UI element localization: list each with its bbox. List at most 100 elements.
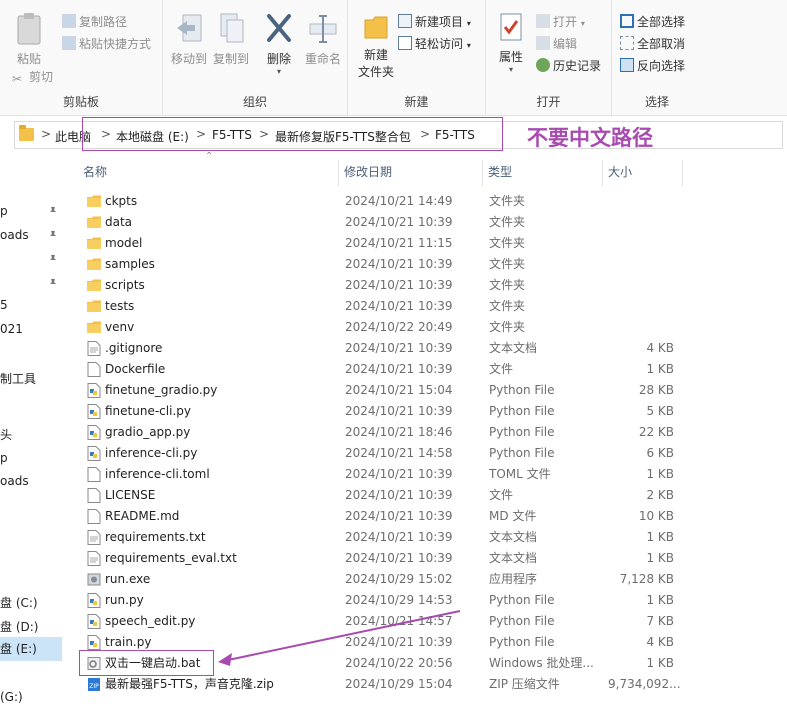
select-all-button[interactable]: 全部选择 (620, 12, 685, 32)
file-size: 1 KB (646, 551, 674, 565)
file-date: 2024/10/21 10:39 (345, 404, 453, 418)
easy-access-button[interactable]: 轻松访问 ▾ (398, 34, 471, 54)
file-list: ckpts 2024/10/21 14:49 文件夹 data 2024/10/21 1… (78, 191, 778, 695)
nav-item-drive-d[interactable]: 盘 (D:) (0, 618, 38, 635)
rename-button[interactable]: 重命名 (301, 12, 345, 67)
file-row[interactable]: requirements_eval.txt 2024/10/21 10:39 文本文… (78, 548, 778, 569)
nav-item-downloads[interactable]: oads (0, 228, 29, 242)
file-row[interactable]: data 2024/10/21 10:39 文件夹 (78, 212, 778, 233)
file-size: 7 KB (646, 614, 674, 628)
folder-icon (87, 258, 101, 270)
file-row[interactable]: requirements.txt 2024/10/21 10:39 文本文档 1 KB (78, 527, 778, 548)
nav-item-5[interactable]: 5 (0, 298, 8, 312)
organize-group-label: 组织 (242, 95, 267, 109)
file-date: 2024/10/21 11:15 (345, 236, 453, 250)
svg-text:ZIP: ZIP (89, 683, 99, 690)
file-name: run.py (105, 593, 144, 607)
file-date: 2024/10/21 14:49 (345, 194, 453, 208)
column-name[interactable]: 名称 (78, 160, 339, 186)
nav-item-drive-e[interactable]: 盘 (E:) (0, 637, 62, 661)
file-type: 文件夹 (489, 236, 526, 250)
open-group-label: 打开 (536, 95, 561, 109)
file-row[interactable]: model 2024/10/21 11:15 文件夹 (78, 233, 778, 254)
pin-icon[interactable] (48, 206, 58, 216)
file-date: 2024/10/21 14:57 (345, 614, 453, 628)
copy-path-button[interactable]: 复制路径 (62, 12, 127, 32)
file-type: TOML 文件 (489, 467, 551, 481)
pin-icon[interactable] (48, 254, 58, 264)
column-type[interactable]: 类型 (483, 160, 603, 186)
file-row[interactable]: finetune_gradio.py 2024/10/21 15:04 Python… (78, 380, 778, 401)
file-row[interactable]: scripts 2024/10/21 10:39 文件夹 (78, 275, 778, 296)
file-size: 1 KB (646, 530, 674, 544)
file-date: 2024/10/29 15:04 (345, 677, 453, 691)
nav-item-desktop-2[interactable]: p (0, 451, 8, 465)
nav-item-head[interactable]: 头 (0, 426, 12, 443)
text-file-icon (87, 551, 101, 566)
delete-button[interactable]: 删除 ▾ (261, 12, 297, 76)
nav-item-tools[interactable]: 制工具 (0, 370, 36, 387)
file-size: 6 KB (646, 446, 674, 460)
exe-icon (87, 573, 101, 586)
file-row[interactable]: venv 2024/10/22 20:49 文件夹 (78, 317, 778, 338)
file-size: 28 KB (638, 383, 674, 397)
new-folder-button[interactable]: 新建 文件夹 (354, 12, 398, 80)
file-row[interactable]: finetune-cli.py 2024/10/21 10:39 Python Fi… (78, 401, 778, 422)
file-date: 2024/10/21 10:39 (345, 257, 453, 271)
folder-icon (87, 300, 101, 312)
paste-shortcut-button[interactable]: 粘贴快捷方式 (62, 34, 151, 54)
file-row[interactable]: run.py 2024/10/29 14:53 Python File 1 KB (78, 590, 778, 611)
column-date[interactable]: 修改日期 (339, 160, 483, 186)
file-row[interactable]: ZIP 最新最强F5-TTS，声音克隆.zip 2024/10/29 15:04 ZI… (78, 674, 778, 695)
nav-item-desktop[interactable]: p (0, 204, 8, 218)
paste-button[interactable]: 粘贴 (10, 12, 48, 67)
move-to-button[interactable]: 移动到 (169, 12, 209, 67)
file-row[interactable]: tests 2024/10/21 10:39 文件夹 (78, 296, 778, 317)
breadcrumb-separator[interactable]: > (41, 127, 51, 141)
file-name: tests (105, 299, 135, 313)
select-none-button[interactable]: 全部取消 (620, 34, 685, 54)
file-row[interactable]: .gitignore 2024/10/21 10:39 文本文档 4 KB (78, 338, 778, 359)
file-type: 文件 (489, 488, 514, 502)
history-button[interactable]: 历史记录 (536, 56, 601, 76)
pin-icon[interactable] (48, 278, 58, 288)
column-size[interactable]: 大小 (603, 160, 683, 186)
file-size: 1 KB (646, 656, 674, 670)
path-highlight-box (82, 117, 503, 151)
new-group: 新建 文件夹 新建项目 ▾ 轻松访问 ▾ 新建 (348, 0, 486, 116)
file-name: 最新最强F5-TTS，声音克隆.zip (105, 677, 274, 691)
invert-selection-button[interactable]: 反向选择 (620, 56, 685, 76)
folder-icon (87, 321, 101, 333)
file-row[interactable]: gradio_app.py 2024/10/21 18:46 Python File… (78, 422, 778, 443)
nav-item-downloads-2[interactable]: oads (0, 474, 29, 488)
file-row[interactable]: ckpts 2024/10/21 14:49 文件夹 (78, 191, 778, 212)
new-item-button[interactable]: 新建项目 ▾ (398, 12, 471, 32)
copy-to-icon (220, 13, 244, 43)
cut-button[interactable]: ✂ 剪切 (12, 67, 53, 87)
open-button[interactable]: 打开 ▾ (536, 12, 585, 32)
nav-item-021[interactable]: 021 (0, 322, 23, 336)
python-file-icon (87, 383, 101, 398)
nav-item-drive-c[interactable]: 盘 (C:) (0, 594, 38, 611)
select-group: 全部选择 全部取消 反向选择 选择 (612, 0, 702, 116)
history-icon (536, 58, 550, 72)
file-row[interactable]: LICENSE 2024/10/21 10:39 文件 2 KB (78, 485, 778, 506)
file-row[interactable]: inference-cli.toml 2024/10/21 10:39 TOML 文… (78, 464, 778, 485)
file-row[interactable]: run.exe 2024/10/29 15:02 应用程序 7,128 KB (78, 569, 778, 590)
annotation-no-chinese-path: 不要中文路径 (527, 126, 653, 150)
file-row[interactable]: inference-cli.py 2024/10/21 14:58 Python F… (78, 443, 778, 464)
edit-button[interactable]: 编辑 (536, 34, 577, 54)
file-row[interactable]: README.md 2024/10/21 10:39 MD 文件 10 KB (78, 506, 778, 527)
file-date: 2024/10/22 20:49 (345, 320, 453, 334)
file-size: 1 KB (646, 593, 674, 607)
file-icon (87, 488, 101, 503)
file-row[interactable]: samples 2024/10/21 10:39 文件夹 (78, 254, 778, 275)
file-row[interactable]: speech_edit.py 2024/10/21 14:57 Python Fil… (78, 611, 778, 632)
copy-to-button[interactable]: 复制到 (211, 12, 251, 67)
file-name: Dockerfile (105, 362, 166, 376)
properties-button[interactable]: 属性 ▾ (494, 12, 528, 74)
nav-item-drive-g[interactable]: (G:) (0, 690, 23, 704)
file-size: 5 KB (646, 404, 674, 418)
file-row[interactable]: Dockerfile 2024/10/21 10:39 文件 1 KB (78, 359, 778, 380)
pin-icon[interactable] (48, 230, 58, 240)
